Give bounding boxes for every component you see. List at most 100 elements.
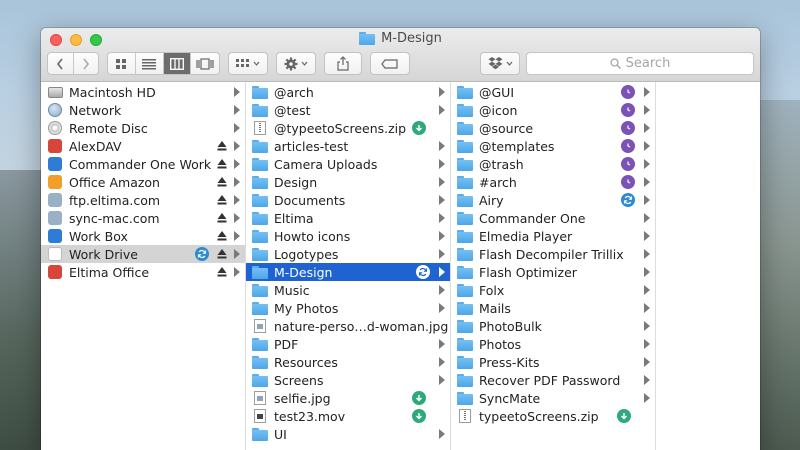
eject-icon[interactable] xyxy=(217,212,227,224)
list-item[interactable]: @test xyxy=(246,101,450,119)
back-button[interactable] xyxy=(48,53,74,74)
disclosure-arrow-icon xyxy=(439,177,445,187)
list-item[interactable]: #arch xyxy=(451,173,655,191)
list-item[interactable]: PDF xyxy=(246,335,450,353)
list-item[interactable]: ftp.eltima.com xyxy=(41,191,245,209)
list-item[interactable]: Airy xyxy=(451,191,655,209)
search-field[interactable]: Search xyxy=(526,52,754,75)
list-item[interactable]: Flash Decompiler Trillix xyxy=(451,245,655,263)
tag-icon xyxy=(381,58,398,69)
icon-view-button[interactable] xyxy=(108,53,136,74)
list-item[interactable]: PhotoBulk xyxy=(451,317,655,335)
eject-icon[interactable] xyxy=(217,176,227,188)
list-item[interactable]: Mails xyxy=(451,299,655,317)
finder-window: M-Design Search Macintosh HD Network Rem… xyxy=(41,28,760,450)
forward-button[interactable] xyxy=(74,53,99,74)
list-item[interactable]: @icon xyxy=(451,101,655,119)
list-item[interactable]: Eltima xyxy=(246,209,450,227)
list-item[interactable]: Network xyxy=(41,101,245,119)
list-item[interactable]: nature-perso…d-woman.jpg xyxy=(246,317,450,335)
grid-icon xyxy=(116,58,127,69)
list-item[interactable]: Camera Uploads xyxy=(246,155,450,173)
cover-flow-button[interactable] xyxy=(191,53,219,74)
list-item[interactable]: Photos xyxy=(451,335,655,353)
list-item[interactable]: @trash xyxy=(451,155,655,173)
list-item[interactable]: @templates xyxy=(451,137,655,155)
list-item[interactable]: M-Design xyxy=(246,263,450,281)
disclosure-arrow-icon xyxy=(644,357,650,367)
list-item[interactable]: Work Drive xyxy=(41,245,245,263)
folder-icon xyxy=(457,193,473,207)
disclosure-arrow-icon xyxy=(644,285,650,295)
list-item[interactable]: Resources xyxy=(246,353,450,371)
eject-icon[interactable] xyxy=(217,230,227,242)
eject-icon[interactable] xyxy=(217,266,227,278)
list-item[interactable]: SyncMate xyxy=(451,389,655,407)
clock-status-icon xyxy=(621,103,635,117)
list-item[interactable]: Remote Disc xyxy=(41,119,245,137)
folder-icon xyxy=(457,301,473,315)
arrange-icon xyxy=(236,58,249,67)
list-item[interactable]: Howto icons xyxy=(246,227,450,245)
list-view-button[interactable] xyxy=(136,53,164,74)
list-item[interactable]: Macintosh HD xyxy=(41,83,245,101)
column-view-button[interactable] xyxy=(163,53,192,74)
list-item[interactable]: Screens xyxy=(246,371,450,389)
eject-icon[interactable] xyxy=(217,140,227,152)
sync-status-icon xyxy=(195,247,209,261)
disclosure-arrow-icon xyxy=(439,267,445,277)
tags-button[interactable] xyxy=(370,52,410,75)
sync-status-icon xyxy=(621,193,635,207)
arrange-button[interactable] xyxy=(228,52,268,75)
list-item[interactable]: typeetoScreens.zip xyxy=(451,407,655,425)
item-icon-wrap xyxy=(47,193,63,207)
list-item[interactable]: Office Amazon xyxy=(41,173,245,191)
eject-icon[interactable] xyxy=(217,194,227,206)
list-item[interactable]: Logotypes xyxy=(246,245,450,263)
eject-icon[interactable] xyxy=(217,248,227,260)
list-item[interactable]: Elmedia Player xyxy=(451,227,655,245)
list-item[interactable]: Documents xyxy=(246,191,450,209)
list-item[interactable]: articles-test xyxy=(246,137,450,155)
list-item[interactable]: @arch xyxy=(246,83,450,101)
eject-icon[interactable] xyxy=(217,158,227,170)
list-item[interactable]: Design xyxy=(246,173,450,191)
list-item[interactable]: Work Box xyxy=(41,227,245,245)
list-item[interactable]: Flash Optimizer xyxy=(451,263,655,281)
item-label: My Photos xyxy=(274,300,339,316)
list-item[interactable]: Folx xyxy=(451,281,655,299)
list-item[interactable]: Recover PDF Password xyxy=(451,371,655,389)
list-item[interactable]: Commander One Work xyxy=(41,155,245,173)
list-item[interactable]: Music xyxy=(246,281,450,299)
folder-icon xyxy=(457,103,473,117)
folder-icon xyxy=(252,247,268,261)
item-label: Eltima xyxy=(274,210,314,226)
disclosure-arrow-icon xyxy=(439,213,445,223)
list-item[interactable]: @typeetoScreens.zip xyxy=(246,119,450,137)
list-item[interactable]: AlexDAV xyxy=(41,137,245,155)
item-icon-wrap xyxy=(252,319,268,333)
item-icon-wrap xyxy=(47,103,63,117)
list-item[interactable]: @GUI xyxy=(451,83,655,101)
image-file-icon xyxy=(254,391,266,405)
item-label: Photos xyxy=(479,336,522,352)
disclosure-arrow-icon xyxy=(439,357,445,367)
list-item[interactable]: Press-Kits xyxy=(451,353,655,371)
item-icon-wrap xyxy=(47,265,63,279)
list-item[interactable]: test23.mov xyxy=(246,407,450,425)
disclosure-arrow-icon xyxy=(234,231,240,241)
list-item[interactable]: sync-mac.com xyxy=(41,209,245,227)
item-label: Commander One xyxy=(479,210,586,226)
action-button[interactable] xyxy=(276,52,316,75)
list-item[interactable]: @source xyxy=(451,119,655,137)
dropbox-button[interactable] xyxy=(480,52,520,75)
list-item[interactable]: Eltima Office xyxy=(41,263,245,281)
list-item[interactable]: My Photos xyxy=(246,299,450,317)
list-item[interactable]: UI xyxy=(246,425,450,443)
columns-icon xyxy=(169,57,184,70)
share-button[interactable] xyxy=(324,52,362,75)
list-item[interactable]: Commander One xyxy=(451,209,655,227)
folder-icon xyxy=(252,229,268,243)
list-item[interactable]: selfie.jpg xyxy=(246,389,450,407)
item-icon-wrap xyxy=(252,373,268,387)
